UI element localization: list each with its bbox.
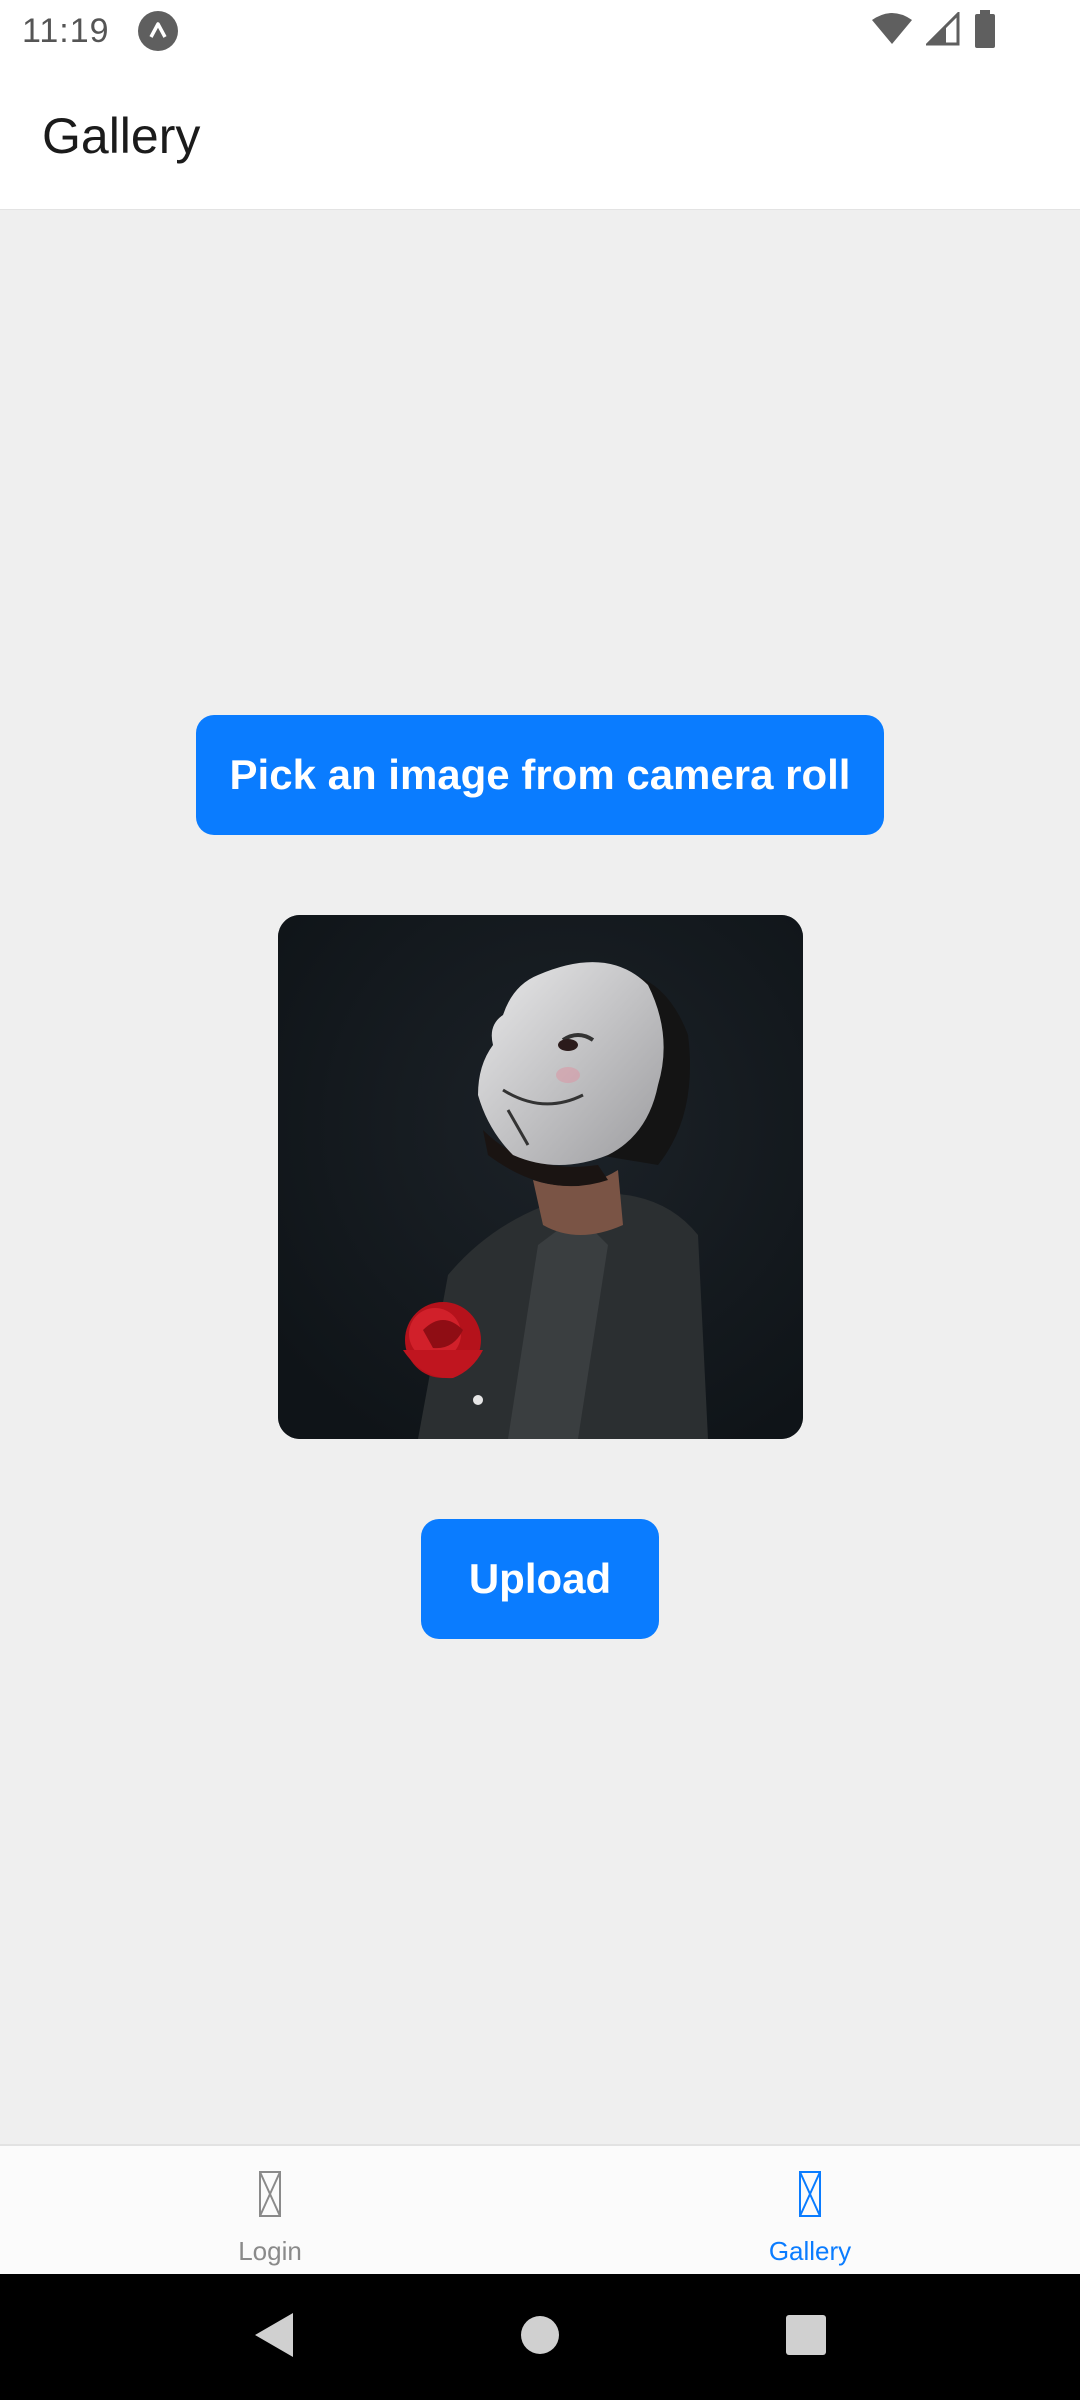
status-icons xyxy=(872,9,996,53)
page-title: Gallery xyxy=(42,107,201,164)
selected-image-preview xyxy=(278,915,803,1439)
status-bar: 11:19 xyxy=(0,0,1080,62)
screen: 11:19 Gallery Pick an image from camera … xyxy=(0,0,1080,2400)
tab-gallery-label: Gallery xyxy=(768,2236,852,2266)
tab-gallery[interactable]: Gallery xyxy=(540,2146,1080,2276)
missing-glyph-icon xyxy=(258,2170,282,2223)
tab-login[interactable]: Login xyxy=(0,2146,540,2276)
recents-icon[interactable] xyxy=(785,2314,827,2361)
tab-login-label: Login xyxy=(238,2236,302,2266)
pick-image-button[interactable]: Pick an image from camera roll xyxy=(196,715,884,835)
masked-person-image xyxy=(278,915,803,1439)
bottom-tab-bar: Login Gallery xyxy=(0,2144,1080,2274)
app-header: Gallery xyxy=(0,62,1080,210)
wifi-icon xyxy=(872,12,912,51)
back-icon[interactable] xyxy=(253,2311,295,2364)
missing-glyph-icon xyxy=(798,2170,822,2223)
system-nav-bar xyxy=(0,2274,1080,2400)
main-content: Pick an image from camera roll Upload xyxy=(0,210,1080,2144)
app-notification-icon xyxy=(137,11,178,51)
upload-button[interactable]: Upload xyxy=(421,1519,659,1639)
battery-icon xyxy=(974,9,996,53)
home-icon[interactable] xyxy=(520,2315,560,2360)
cell-signal-icon xyxy=(924,9,960,51)
status-time: 11:19 xyxy=(22,11,110,50)
